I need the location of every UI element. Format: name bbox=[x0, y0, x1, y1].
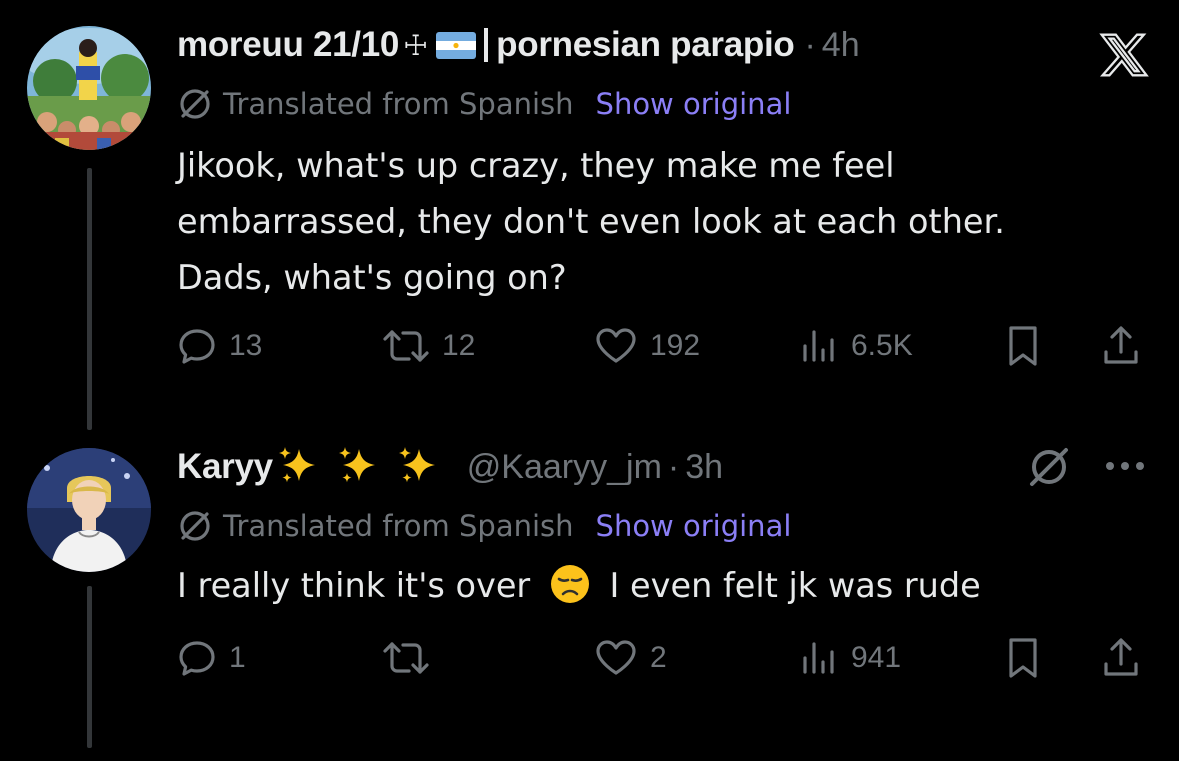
reply-icon bbox=[179, 329, 215, 364]
tweet-text: I really think it's over I even felt jk … bbox=[177, 558, 1157, 622]
repost-count: 12 bbox=[442, 329, 476, 362]
tweet-text-part-2: I even felt jk was rude bbox=[609, 566, 981, 605]
header-separator: · bbox=[804, 25, 816, 64]
bookmark-icon bbox=[1009, 326, 1037, 366]
timestamp[interactable]: 3h bbox=[685, 448, 723, 487]
view-count: 6.5K bbox=[851, 329, 913, 362]
name-divider bbox=[484, 28, 489, 62]
reply-count: 1 bbox=[229, 641, 246, 674]
views-icon bbox=[803, 642, 834, 674]
translate-icon bbox=[180, 511, 210, 541]
share-button[interactable] bbox=[1101, 324, 1141, 368]
tweet-header: Karyy @Kaaryy_jm · 3h bbox=[177, 444, 723, 490]
tweet-1[interactable]: moreuu 21/10 ☩ pornesian parapio · 4h Tr… bbox=[0, 0, 1179, 430]
repost-icon bbox=[383, 642, 429, 674]
sparkles-icon bbox=[277, 445, 453, 489]
thread-line bbox=[87, 586, 92, 748]
display-name[interactable]: moreuu 21/10 bbox=[177, 25, 399, 65]
tweet-text-part-1: I really think it's over bbox=[177, 566, 531, 605]
heart-icon bbox=[596, 328, 636, 363]
bookmark-button[interactable] bbox=[1003, 324, 1043, 368]
timestamp[interactable]: 4h bbox=[822, 26, 860, 65]
bookmark-button[interactable] bbox=[1003, 636, 1043, 680]
repost-icon bbox=[383, 330, 429, 362]
display-name-suffix[interactable]: pornesian parapio bbox=[496, 25, 795, 65]
views-icon bbox=[803, 330, 834, 362]
reply-button[interactable]: 1 bbox=[177, 636, 246, 680]
show-original-link[interactable]: Show original bbox=[596, 87, 792, 121]
avatar[interactable] bbox=[27, 26, 151, 150]
like-button[interactable]: 192 bbox=[594, 324, 700, 368]
repost-button[interactable] bbox=[382, 636, 442, 680]
argentina-flag-icon bbox=[436, 31, 477, 59]
like-count: 192 bbox=[650, 329, 701, 362]
like-count: 2 bbox=[650, 641, 667, 674]
translation-notice: Translated from Spanish Show original bbox=[177, 84, 791, 124]
view-count: 941 bbox=[851, 641, 902, 674]
avatar-image bbox=[27, 448, 151, 572]
translated-label: Translated from Spanish bbox=[223, 509, 574, 543]
action-bar: 13 12 192 6.5K bbox=[177, 324, 1147, 368]
avatar-image bbox=[27, 26, 151, 150]
like-button[interactable]: 2 bbox=[594, 636, 667, 680]
translate-icon bbox=[180, 89, 210, 119]
avatar[interactable] bbox=[27, 448, 151, 572]
more-icon[interactable] bbox=[1102, 458, 1148, 474]
thread-line bbox=[87, 168, 92, 430]
translated-label: Translated from Spanish bbox=[223, 87, 574, 121]
reply-icon bbox=[179, 641, 215, 676]
handle[interactable]: @Kaaryy_jm bbox=[467, 448, 662, 487]
show-original-link[interactable]: Show original bbox=[596, 509, 792, 543]
repost-button[interactable]: 12 bbox=[382, 324, 475, 368]
share-icon bbox=[1104, 326, 1138, 364]
action-bar: 1 2 941 bbox=[177, 636, 1147, 680]
reply-count: 13 bbox=[229, 329, 263, 362]
share-icon bbox=[1104, 638, 1138, 676]
reply-button[interactable]: 13 bbox=[177, 324, 262, 368]
heart-icon bbox=[596, 640, 636, 675]
views-button[interactable]: 6.5K bbox=[799, 324, 913, 368]
tweet-header: moreuu 21/10 ☩ pornesian parapio · 4h bbox=[177, 22, 860, 68]
grok-icon[interactable] bbox=[1026, 444, 1072, 490]
views-button[interactable]: 941 bbox=[799, 636, 901, 680]
tweet-2[interactable]: Karyy @Kaaryy_jm · 3h Translated from Sp… bbox=[0, 430, 1179, 761]
display-name[interactable]: Karyy bbox=[177, 447, 273, 487]
tweet-text: Jikook, what's up crazy, they make me fe… bbox=[177, 146, 1005, 297]
cross-symbol: ☩ bbox=[403, 28, 429, 62]
share-button[interactable] bbox=[1101, 636, 1141, 680]
disappointed-face-icon bbox=[549, 563, 591, 622]
translation-notice: Translated from Spanish Show original bbox=[177, 506, 791, 546]
header-separator: · bbox=[667, 447, 680, 486]
bookmark-icon bbox=[1009, 638, 1037, 678]
